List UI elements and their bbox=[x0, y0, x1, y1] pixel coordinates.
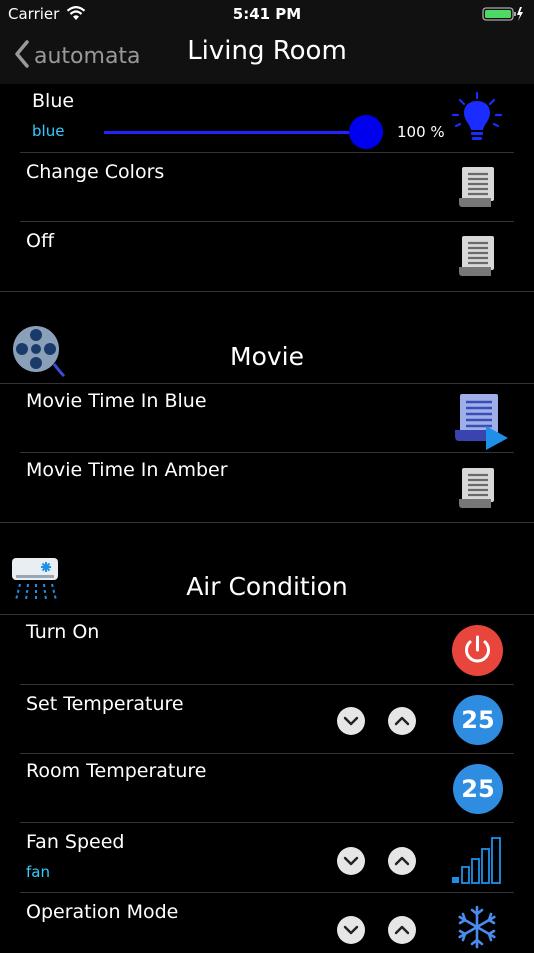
chevron-down-icon bbox=[343, 716, 359, 726]
scroll-icon bbox=[458, 166, 496, 208]
operation-mode-down-button[interactable] bbox=[337, 916, 365, 944]
brightness-percent: 100 % bbox=[397, 123, 445, 141]
section-divider bbox=[0, 522, 534, 523]
fan-speed-title: Fan Speed bbox=[26, 831, 125, 853]
scene-title: Movie Time In Blue bbox=[26, 390, 207, 412]
chevron-down-icon bbox=[343, 925, 359, 935]
scene-row-movie-amber[interactable]: Movie Time In Amber bbox=[0, 453, 534, 521]
scene-title: Off bbox=[26, 230, 55, 252]
chevron-down-icon bbox=[343, 856, 359, 866]
light-title: Blue bbox=[32, 90, 75, 112]
operation-mode-title: Operation Mode bbox=[26, 901, 179, 923]
light-subtitle: blue bbox=[32, 122, 65, 140]
chevron-up-icon bbox=[394, 856, 410, 866]
navigation-bar: automata Living Room bbox=[0, 30, 534, 84]
chevron-up-icon bbox=[394, 716, 410, 726]
brightness-slider-knob[interactable] bbox=[349, 115, 383, 149]
status-bar: Carrier 5:41 PM bbox=[0, 0, 534, 30]
operation-mode-up-button[interactable] bbox=[388, 916, 416, 944]
scroll-icon bbox=[458, 235, 496, 277]
ac-row-fan-speed: Fan Speed fan bbox=[0, 823, 534, 891]
ac-row-turn-on: Turn On bbox=[0, 615, 534, 683]
room-temperature-title: Room Temperature bbox=[26, 760, 207, 782]
ac-row-set-temperature: Set Temperature 25 bbox=[0, 685, 534, 753]
battery-icon bbox=[482, 6, 524, 26]
temperature-up-button[interactable] bbox=[388, 707, 416, 735]
set-temperature-title: Set Temperature bbox=[26, 693, 184, 715]
room-temperature-value: 25 bbox=[453, 764, 503, 814]
power-button[interactable] bbox=[452, 625, 503, 676]
section-divider bbox=[0, 291, 534, 292]
temperature-down-button[interactable] bbox=[337, 707, 365, 735]
set-temperature-value: 25 bbox=[453, 695, 503, 745]
section-title-movie: Movie bbox=[230, 342, 304, 371]
scene-title: Movie Time In Amber bbox=[26, 459, 228, 481]
ac-row-room-temperature: Room Temperature 25 bbox=[0, 754, 534, 822]
scene-row-movie-blue[interactable]: Movie Time In Blue bbox=[0, 384, 534, 452]
scroll-play-icon bbox=[452, 392, 510, 454]
chevron-up-icon bbox=[394, 925, 410, 935]
fan-speed-subtitle: fan bbox=[26, 863, 50, 881]
snowflake-icon bbox=[455, 905, 499, 953]
scene-row-off[interactable]: Off bbox=[0, 222, 534, 290]
page-title: Living Room bbox=[187, 36, 347, 66]
power-icon bbox=[465, 635, 490, 663]
scene-title: Change Colors bbox=[26, 161, 165, 183]
bulb-icon[interactable] bbox=[450, 91, 504, 148]
turn-on-title: Turn On bbox=[26, 621, 100, 643]
fan-speed-down-button[interactable] bbox=[337, 847, 365, 875]
scene-row-change-colors[interactable]: Change Colors bbox=[0, 153, 534, 221]
brightness-slider-track[interactable] bbox=[104, 131, 366, 134]
fan-speed-up-button[interactable] bbox=[388, 847, 416, 875]
signal-bars-icon bbox=[451, 835, 503, 889]
scroll-icon bbox=[458, 467, 496, 509]
section-title-air-condition: Air Condition bbox=[186, 572, 348, 601]
clock: 5:41 PM bbox=[232, 5, 302, 23]
ac-row-operation-mode: Operation Mode bbox=[0, 893, 534, 950]
